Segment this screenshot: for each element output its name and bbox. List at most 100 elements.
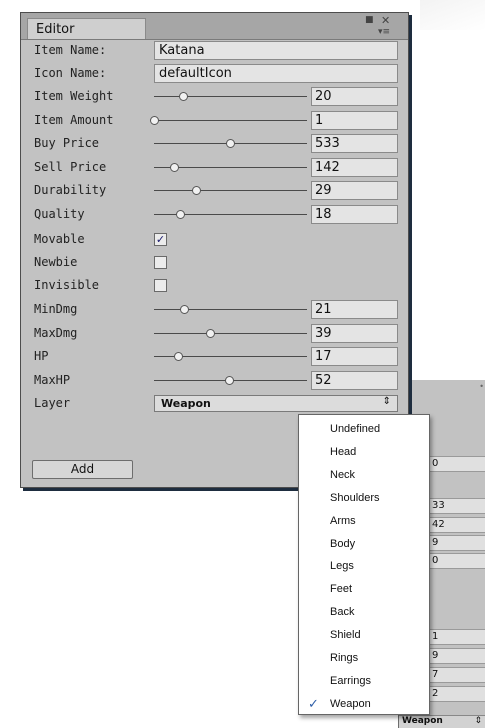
item-amount-slider-track[interactable] [154,119,307,121]
invisible-checkbox[interactable] [154,279,167,292]
layer-option-label: Neck [330,468,356,481]
layer-option-label: Rings [330,652,359,664]
item-weight-value-field[interactable]: 20 [311,87,398,106]
quality-slider-thumb[interactable] [175,209,185,219]
item-weight-slider-track[interactable] [154,96,307,97]
durability-row: Durability 29 [21,180,408,202]
buy-price-row: Buy Price 533 [21,133,408,155]
maxdmg-row: MaxDmg 39 [21,323,408,345]
maxhp-label: MaxHP [34,372,71,387]
layer-option-weapon[interactable]: ✓ Weapon [299,694,429,717]
icon-name-label: Icon Name: [34,66,107,80]
maxdmg-value-field[interactable]: 39 [311,323,398,343]
layer-option-neck[interactable]: Neck [299,465,429,488]
quality-label: Quality [34,206,85,221]
layer-option-feet[interactable]: Feet [299,579,429,602]
mindmg-slider-thumb[interactable] [180,305,190,314]
durability-label: Durability [34,183,107,197]
layer-option-label: Head [330,445,357,458]
layer-option-rings[interactable]: Rings [299,648,429,671]
background-value-field: 7 [428,667,485,683]
buy-price-value-field[interactable]: 533 [311,134,398,153]
layer-option-body[interactable]: Body [299,534,429,557]
tab-editor[interactable]: Editor [27,18,146,39]
hp-slider-thumb[interactable] [174,352,184,361]
mindmg-slider-track[interactable] [154,309,307,310]
sell-price-slider-thumb[interactable] [170,162,180,172]
sell-price-value-field[interactable]: 142 [311,157,398,177]
buy-price-slider-thumb[interactable] [226,139,236,148]
layer-option-shoulders[interactable]: Shoulders [299,488,429,511]
window-corner-icon: • [479,382,484,391]
layer-option-arms[interactable]: Arms [299,511,429,534]
background-value-field: 9 [428,535,485,551]
layer-option-shield[interactable]: Shield [299,625,429,648]
background-value-field: 9 [428,648,485,664]
layer-label: Layer [34,396,71,410]
item-weight-slider-thumb[interactable] [178,92,188,101]
item-amount-label: Item Amount [34,112,114,127]
layer-option-label: Back [330,606,355,619]
item-weight-label: Item Weight [34,89,114,103]
layer-option-label: Earrings [330,674,371,687]
icon-name-row: Icon Name: defaultIcon [21,63,408,85]
icon-name-input[interactable]: defaultIcon [154,64,398,83]
options-menu-icon[interactable]: ▾≡ [378,28,390,37]
background-value-field: 0 [428,456,485,472]
layer-option-label: Arms [330,514,356,527]
quality-value-field[interactable]: 18 [311,204,398,224]
maxdmg-slider-track[interactable] [154,332,307,334]
background-value-field: 42 [428,517,485,533]
maximize-icon[interactable]: ■ [365,16,374,25]
layer-option-legs[interactable]: Legs [299,556,429,579]
item-name-row: Item Name: Katana [21,40,408,62]
layer-option-back[interactable]: Back [299,602,429,625]
mindmg-value-field[interactable]: 21 [311,300,398,319]
layer-option-undefined[interactable]: Undefined [299,419,429,442]
newbie-row: Newbie [21,252,408,274]
durability-slider-track[interactable] [154,190,307,191]
maxhp-value-field[interactable]: 52 [311,370,398,390]
mindmg-row: MinDmg 21 [21,299,408,321]
mindmg-label: MinDmg [34,302,78,316]
invisible-row: Invisible [21,275,408,297]
buy-price-label: Buy Price [34,136,100,150]
layer-option-earrings[interactable]: Earrings [299,671,429,694]
durability-slider-thumb[interactable] [191,186,201,195]
layer-option-label: Weapon [330,697,371,710]
backdrop-sheen [420,0,485,30]
maxhp-slider-thumb[interactable] [224,375,234,385]
selected-check-icon: ✓ [308,695,319,711]
quality-row: Quality 18 [21,204,408,226]
layer-option-head[interactable]: Head [299,442,429,465]
sell-price-row: Sell Price 142 [21,157,408,179]
movable-checkbox[interactable]: ✓ [154,233,167,246]
item-name-input[interactable]: Katana [154,41,398,60]
movable-row: Movable ✓ [21,229,408,251]
close-icon[interactable]: ✕ [381,15,390,26]
background-value-field: 33 [428,498,485,514]
window-titlebar: Editor ■ ✕ ▾≡ [21,13,408,40]
background-value-field: 1 [428,629,485,645]
hp-label: HP [34,349,49,363]
newbie-label: Newbie [34,255,78,269]
item-amount-value-field[interactable]: 1 [311,110,398,130]
durability-value-field[interactable]: 29 [311,181,398,200]
maxdmg-label: MaxDmg [34,325,78,340]
layer-option-label: Undefined [330,423,381,435]
newbie-checkbox[interactable] [154,256,167,269]
layer-popup-menu: Undefined Head Neck Shoulders Arms Body Legs Fe… [298,414,430,715]
add-button[interactable]: Add [32,460,133,479]
maxdmg-slider-thumb[interactable] [206,328,216,338]
movable-label: Movable [34,232,85,246]
item-weight-row: Item Weight 20 [21,86,408,108]
item-name-label: Item Name: [34,43,107,57]
item-amount-slider-thumb[interactable] [150,115,159,125]
background-layer-dropdown[interactable]: Weapon ⇕ [399,715,485,728]
layer-dropdown[interactable]: Weapon ⇕ [154,395,398,412]
hp-value-field[interactable]: 17 [311,347,398,366]
layer-option-label: Shield [330,629,361,642]
layer-option-label: Shoulders [330,491,380,504]
item-amount-row: Item Amount 1 [21,110,408,132]
sell-price-label: Sell Price [34,159,107,174]
